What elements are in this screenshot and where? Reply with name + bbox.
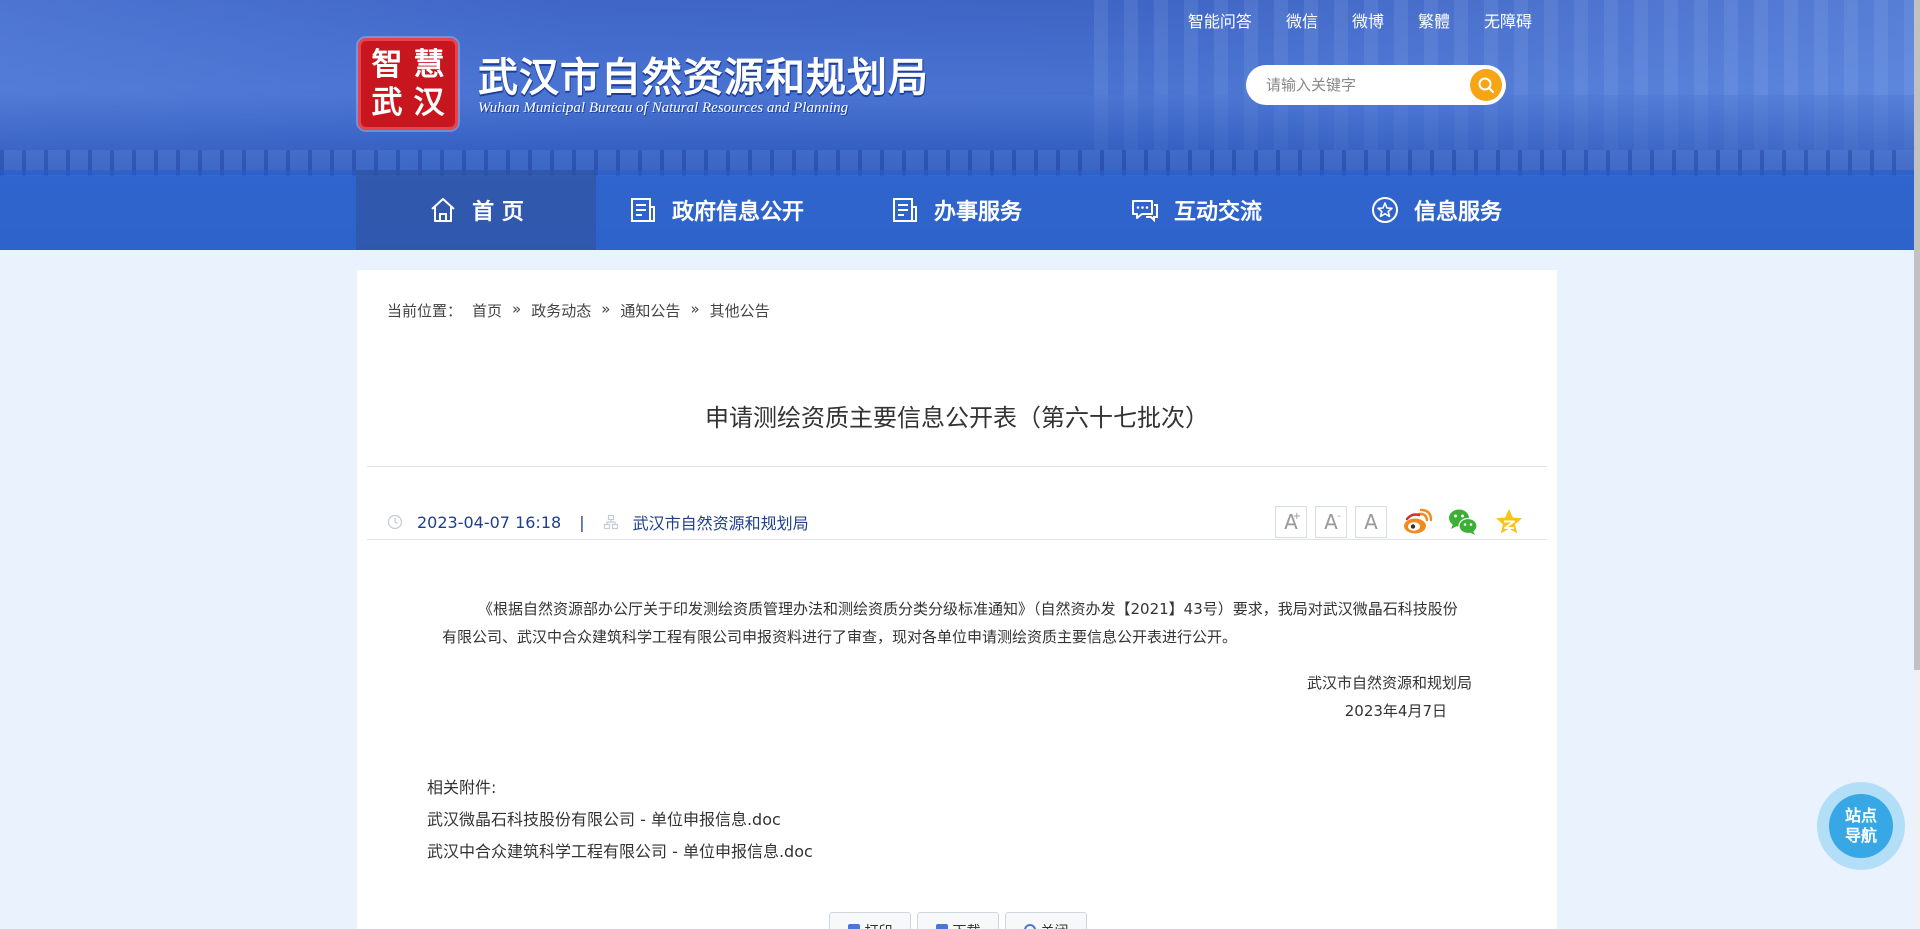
nav-item-label: 办事服务 [933, 200, 1022, 225]
top-link-qa[interactable]: 智能问答 [1188, 8, 1252, 32]
organization-icon [603, 514, 618, 530]
nav-item-label: 信息服务 [1413, 200, 1502, 225]
chat-icon [1131, 200, 1158, 223]
font-reset-button[interactable]: A [1355, 506, 1387, 538]
download-button[interactable]: 下载 [917, 912, 999, 929]
nav-item-interaction[interactable]: 互动交流 [1076, 170, 1316, 250]
article-meta: 2023-04-07 16:18 | 武汉市自然资源和规划局 A + A- A [387, 492, 1537, 552]
breadcrumb-separator: » [601, 300, 611, 318]
download-label: 下载 [953, 921, 981, 929]
publish-date: 2023-04-07 16:18 [417, 512, 562, 532]
service-icon [892, 198, 917, 222]
site-nav-label: 站点 [1844, 806, 1877, 825]
attachment-link[interactable]: 武汉微晶石科技股份有限公司 - 单位申报信息.doc [427, 804, 813, 836]
breadcrumb-notices[interactable]: 通知公告 [620, 300, 680, 321]
home-icon [431, 198, 455, 222]
top-link-weibo[interactable]: 微博 [1352, 8, 1384, 32]
site-nav-button[interactable]: 站点 导航 [1817, 782, 1905, 870]
breadcrumb-news[interactable]: 政务动态 [531, 300, 591, 321]
article-body: 《根据自然资源部办公厅关于印发测绘资质管理办法和测绘资质分类分级标准通知》（自然… [442, 595, 1472, 725]
top-links: 智能问答 微信 微博 繁體 无障碍 [1188, 8, 1532, 32]
close-button[interactable]: 关闭 [1005, 912, 1087, 929]
search-icon [1478, 77, 1494, 93]
top-link-traditional[interactable]: 繁體 [1418, 8, 1450, 32]
nav-item-services[interactable]: 办事服务 [836, 170, 1076, 250]
top-link-wechat[interactable]: 微信 [1286, 8, 1318, 32]
site-title-cn: 武汉市自然资源和规划局 [478, 54, 929, 101]
font-size-letter: A [1324, 510, 1338, 534]
clock-icon [387, 514, 403, 530]
font-increase-button[interactable]: A + [1275, 506, 1307, 538]
article-panel: 当前位置： 首页 » 政务动态 » 通知公告 » 其他公告 申请测绘资质主要信息… [357, 270, 1557, 929]
nav-item-label: 互动交流 [1173, 200, 1262, 225]
breadcrumb-prefix: 当前位置： [387, 302, 463, 320]
font-decrease-button[interactable]: A- [1315, 506, 1347, 538]
attachments: 相关附件: 武汉微晶石科技股份有限公司 - 单位申报信息.doc 武汉中合众建筑… [427, 772, 813, 868]
article-signature: 武汉市自然资源和规划局 2023年4月7日 [442, 669, 1472, 725]
site-header: 智能问答 微信 微博 繁體 无障碍 智 慧 武 汉 武汉市自然资源和规划局 Wu… [0, 0, 1914, 250]
divider [367, 466, 1547, 467]
logo-char: 智 [371, 47, 403, 83]
print-button[interactable]: 打印 [829, 912, 911, 929]
star-icon [1371, 197, 1398, 223]
search-box [1246, 65, 1506, 105]
font-decrease-mark: - [1337, 511, 1341, 522]
site-logo[interactable]: 智 慧 武 汉 [358, 38, 458, 130]
nav-item-home[interactable]: 首 页 [356, 170, 596, 250]
main-nav: 首 页 政府信息公开 办事服务 互动交流 信息服务 [0, 170, 1914, 250]
signature-org: 武汉市自然资源和规划局 [1306, 674, 1472, 692]
share-buttons [1401, 506, 1525, 538]
article-paragraph: 《根据自然资源部办公厅关于印发测绘资质管理办法和测绘资质分类分级标准通知》（自然… [442, 600, 1458, 646]
breadcrumb-separator: » [690, 300, 700, 318]
scrollbar-thumb[interactable] [1914, 0, 1920, 670]
breadcrumb: 当前位置： 首页 » 政务动态 » 通知公告 » 其他公告 [387, 300, 770, 321]
site-nav-label: 导航 [1844, 826, 1877, 845]
nav-item-label: 政府信息公开 [671, 200, 804, 225]
site-title: 武汉市自然资源和规划局 Wuhan Municipal Bureau of Na… [478, 56, 929, 117]
document-icon [630, 198, 655, 222]
article-actions: 打印 下载 关闭 [829, 912, 1087, 929]
font-size-controls: A + A- A [1275, 506, 1387, 538]
close-label: 关闭 [1041, 921, 1069, 929]
attachment-link[interactable]: 武汉中合众建筑科学工程有限公司 - 单位申报信息.doc [427, 836, 813, 868]
attachments-label: 相关附件: [427, 778, 497, 797]
divider [367, 539, 1547, 540]
search-input[interactable] [1266, 75, 1456, 95]
page-scrollbar[interactable] [1914, 0, 1920, 929]
logo-char: 慧 [413, 47, 445, 83]
article-title: 申请测绘资质主要信息公开表（第六十七批次） [705, 404, 1209, 432]
search-button[interactable] [1470, 69, 1502, 101]
site-nav-inner: 站点 导航 [1829, 794, 1893, 858]
print-icon [847, 924, 860, 929]
font-increase-mark: + [1292, 511, 1301, 522]
download-icon [935, 924, 948, 929]
font-size-letter: A [1364, 510, 1378, 534]
breadcrumb-separator: » [512, 300, 522, 318]
wechat-icon[interactable] [1447, 506, 1479, 538]
meta-separator: | [579, 512, 585, 532]
close-icon [1023, 924, 1036, 929]
breadcrumb-other-notices[interactable]: 其他公告 [710, 300, 770, 321]
weibo-icon[interactable] [1401, 506, 1433, 538]
signature-date: 2023年4月7日 [1344, 702, 1447, 720]
nav-item-info-services[interactable]: 信息服务 [1316, 170, 1556, 250]
logo-char: 武 [371, 85, 403, 121]
top-link-accessibility[interactable]: 无障碍 [1484, 8, 1532, 32]
publish-source[interactable]: 武汉市自然资源和规划局 [633, 510, 809, 534]
site-title-en: Wuhan Municipal Bureau of Natural Resour… [478, 100, 849, 116]
nav-item-label: 首 页 [472, 200, 524, 225]
nav-item-gov-info[interactable]: 政府信息公开 [596, 170, 836, 250]
favorite-star-icon[interactable] [1493, 506, 1525, 538]
print-label: 打印 [865, 921, 893, 929]
breadcrumb-home[interactable]: 首页 [472, 300, 502, 321]
logo-char: 汉 [413, 85, 445, 121]
